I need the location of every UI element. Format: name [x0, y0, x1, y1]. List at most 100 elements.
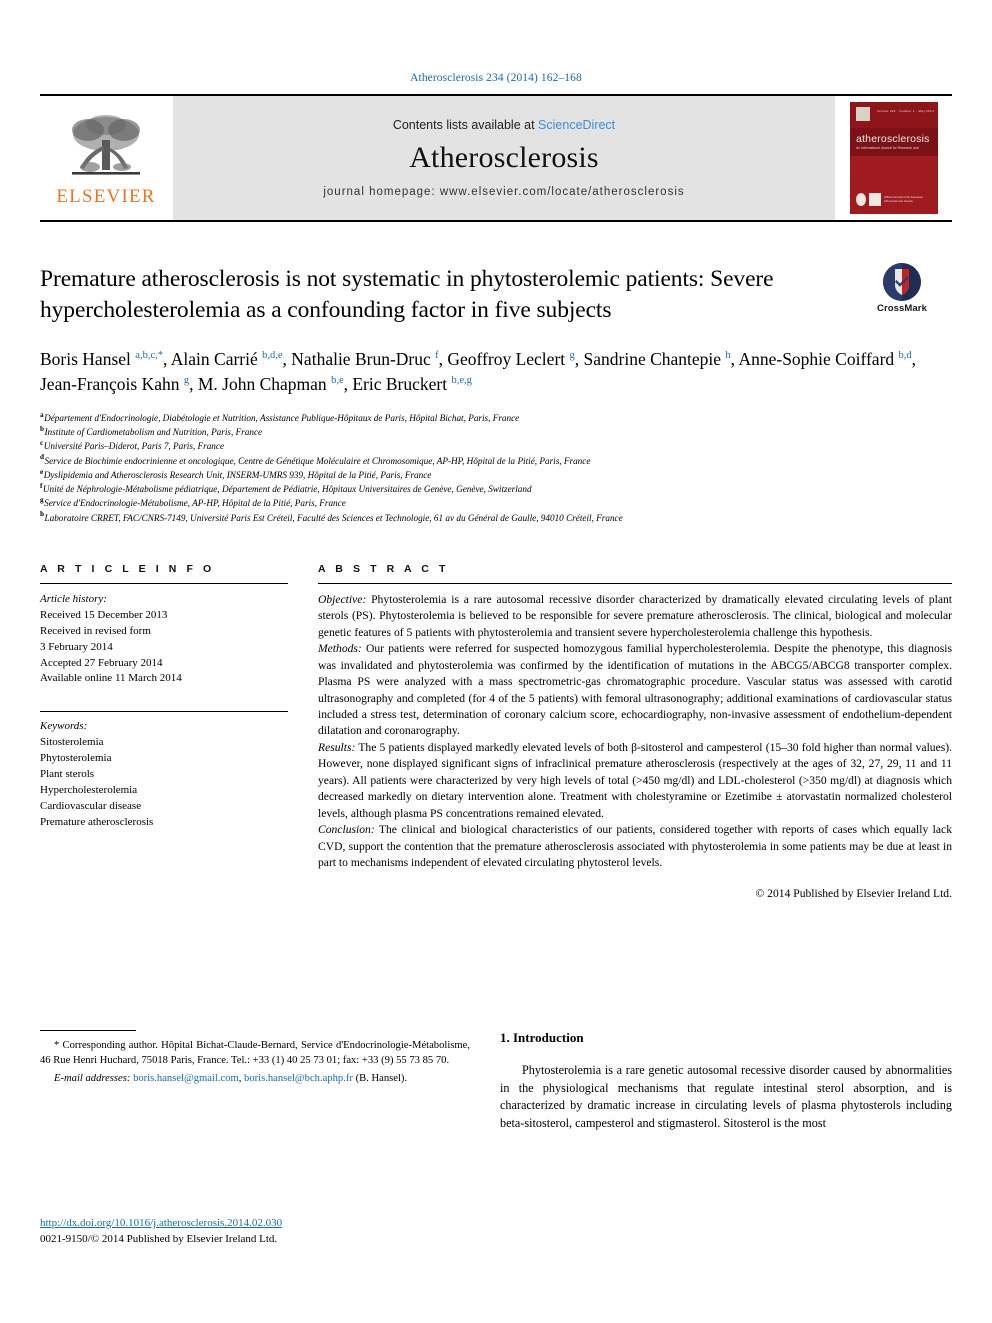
abstract-body: Objective: Phytosterolemia is a rare aut… [318, 592, 952, 872]
email-label: E-mail addresses: [54, 1073, 131, 1085]
cover-journal-title: atherosclerosis [856, 132, 930, 145]
elsevier-tree-icon [72, 115, 140, 175]
cover-journal-subtitle: An International Journal for Research an… [856, 146, 919, 151]
affiliation-mark: d [40, 453, 44, 462]
affiliation-item: dService de Biochimie endocrinienne et o… [40, 454, 952, 468]
crossmark-icon [883, 263, 921, 301]
article-info-heading: A R T I C L E I N F O [40, 562, 215, 575]
article-info-divider [40, 582, 288, 584]
article-history-item: Available online 11 March 2014 [40, 672, 182, 685]
abstract-section-lead: Conclusion: [318, 823, 375, 837]
affiliation-item: cUniversité Paris–Diderot, Paris 7, Pari… [40, 439, 952, 453]
introduction-paragraph: Phytosterolemia is a rare genetic autoso… [500, 1063, 952, 1130]
journal-title: Atherosclerosis [409, 141, 599, 174]
affiliation-text: Laboratoire CRRET, FAC/CNRS-7149, Univer… [44, 512, 623, 523]
affiliation-text: Département d'Endocrinologie, Diabétolog… [44, 412, 520, 423]
introduction-heading: 1. Introduction [500, 1030, 584, 1045]
affiliation-text: Université Paris–Diderot, Paris 7, Paris… [43, 441, 225, 452]
affiliation-item: aDépartement d'Endocrinologie, Diabétolo… [40, 411, 952, 425]
crossmark-badge[interactable]: CrossMark [854, 262, 950, 314]
affiliation-item: fUnité de Néphrologie-Métabolisme pédiat… [40, 482, 952, 496]
keyword-item: Sitosterolemia [40, 736, 104, 749]
keywords-list: Sitosterolemia Phytosterolemia Plant stero… [40, 735, 288, 831]
abstract-copyright: © 2014 Published by Elsevier Ireland Ltd… [755, 887, 952, 901]
email-suffix: (B. Hansel). [355, 1073, 408, 1085]
footnote-column: * Corresponding author. Hôpital Bichat-C… [40, 1030, 470, 1245]
info-abstract-columns: A R T I C L E I N F O Article history: R… [40, 562, 952, 901]
title-block: Premature atherosclerosis is not systema… [40, 262, 952, 325]
author-list: Boris Hansel a,b,c,*, Alain Carrié b,d,e… [40, 349, 917, 394]
cover-society-circle-icon [856, 193, 867, 206]
doi-block: http://dx.doi.org/10.1016/j.atherosclero… [40, 1216, 282, 1247]
email-note: E-mail addresses: boris.hansel@gmail.com… [40, 1072, 470, 1087]
article-history-item: 3 February 2014 [40, 640, 113, 653]
affiliation-text: Service de Biochimie endocrinienne et on… [44, 455, 591, 466]
abstract-section: Objective: Phytosterolemia is a rare aut… [318, 592, 952, 641]
email-link-2[interactable]: boris.hansel@bch.aphp.fr [244, 1073, 353, 1084]
running-head: Atherosclerosis 234 (2014) 162–168 [410, 72, 582, 84]
journal-article-page: Atherosclerosis 234 (2014) 162–168 ELSEV… [0, 0, 992, 1323]
masthead-center: Contents lists available at ScienceDirec… [172, 96, 836, 220]
crossmark-label: CrossMark [876, 303, 927, 314]
article-history-list: Received 15 December 2013 Received in rev… [40, 608, 288, 688]
abstract-section-lead: Results: [318, 740, 356, 754]
page-title: Premature atherosclerosis is not systema… [40, 266, 774, 323]
cover-top-bar: Volume 234 · Number 1 · May 2014 [850, 102, 938, 128]
journal-cover-image: Volume 234 · Number 1 · May 2014 atheros… [850, 102, 938, 214]
abstract-section-lead: Methods: [318, 642, 362, 656]
cover-elsevier-icon [856, 107, 870, 121]
affiliation-item: hLaboratoire CRRET, FAC/CNRS-7149, Unive… [40, 511, 952, 525]
abstract-section-text: Our patients were referred for suspected… [318, 642, 952, 738]
abstract-section: Conclusion: The clinical and biological … [318, 822, 952, 871]
footer-columns: * Corresponding author. Hôpital Bichat-C… [40, 1030, 952, 1245]
keyword-item: Premature atherosclerosis [40, 816, 154, 829]
affiliation-text: Institute of Cardiometabolism and Nutrit… [44, 427, 263, 438]
affiliation-text: Service d'Endocrinologie-Métabolisme, AP… [44, 498, 346, 509]
abstract-section: Methods: Our patients were referred for … [318, 641, 952, 740]
email-link-1[interactable]: boris.hansel@gmail.com [133, 1073, 239, 1084]
article-info-column: A R T I C L E I N F O Article history: R… [40, 563, 288, 901]
affiliation-item: gService d'Endocrinologie-Métabolisme, A… [40, 496, 952, 510]
sciencedirect-link[interactable]: ScienceDirect [538, 118, 615, 132]
issn-copyright-line: 0021-9150/© 2014 Published by Elsevier I… [40, 1232, 278, 1245]
article-history-item: Received 15 December 2013 [40, 608, 168, 621]
footnote-divider [40, 1030, 136, 1031]
contents-available-line: Contents lists available at ScienceDirec… [393, 118, 615, 132]
keyword-item: Cardiovascular disease [40, 800, 142, 813]
affiliation-text: Dyslipidemia and Atherosclerosis Researc… [43, 469, 432, 480]
abstract-column: A B S T R A C T Objective: Phytosterolem… [318, 562, 952, 901]
abstract-section-text: Phytosterolemia is a rare autosomal rece… [318, 592, 952, 639]
journal-masthead: ELSEVIER Contents lists available at Sci… [40, 94, 952, 222]
cover-issue-line: Volume 234 · Number 1 · May 2014 [876, 109, 934, 113]
article-history-label: Article history: [40, 592, 107, 605]
abstract-section-lead: Objective: [318, 592, 367, 606]
journal-homepage-link[interactable]: journal homepage: www.elsevier.com/locat… [323, 186, 684, 198]
corresponding-author-note: * Corresponding author. Hôpital Bichat-C… [40, 1039, 470, 1068]
affiliation-mark: b [40, 424, 44, 433]
keywords-label: Keywords: [40, 720, 88, 733]
doi-link[interactable]: http://dx.doi.org/10.1016/j.atherosclero… [40, 1216, 282, 1232]
affiliation-list: aDépartement d'Endocrinologie, Diabétolo… [40, 411, 952, 525]
abstract-divider [318, 582, 952, 584]
cover-footer-text: Official Journal of the European Atheros… [883, 195, 924, 203]
keyword-item: Hypercholesterolemia [40, 784, 138, 797]
elsevier-wordmark: ELSEVIER [56, 186, 156, 207]
keyword-item: Plant sterols [40, 768, 95, 781]
cover-society-square-icon [869, 193, 881, 206]
article-history-item: Accepted 27 February 2014 [40, 656, 163, 669]
abstract-heading: A B S T R A C T [318, 562, 449, 575]
keywords-divider [40, 711, 288, 713]
affiliation-item: eDyslipidemia and Atherosclerosis Resear… [40, 468, 952, 482]
journal-cover-block: Volume 234 · Number 1 · May 2014 atheros… [836, 96, 952, 220]
affiliation-item: bInstitute of Cardiometabolism and Nutri… [40, 425, 952, 439]
keyword-item: Phytosterolemia [40, 752, 112, 765]
introduction-column: 1. Introduction Phytosterolemia is a rar… [500, 1030, 952, 1144]
contents-prefix: Contents lists available at [392, 118, 535, 132]
affiliation-mark: h [40, 510, 44, 519]
cover-society-marks: Official Journal of the European Atheros… [856, 193, 938, 206]
abstract-section-text: The 5 patients displayed markedly elevat… [318, 740, 952, 820]
abstract-section-text: The clinical and biological characterist… [318, 823, 952, 870]
cover-title-band: atherosclerosis An International Journal… [850, 128, 938, 156]
abstract-section: Results: The 5 patients displayed marked… [318, 740, 952, 822]
